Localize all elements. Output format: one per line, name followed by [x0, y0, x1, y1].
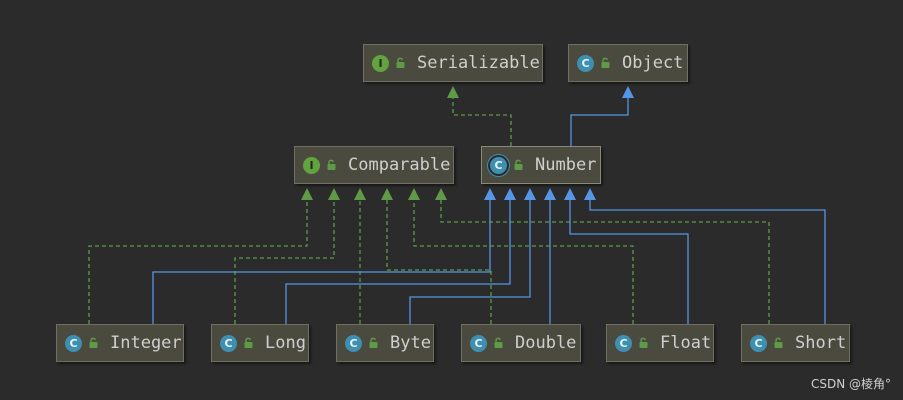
node-label: Integer [110, 333, 182, 353]
node-label: Byte [390, 333, 431, 353]
arrowhead [381, 188, 393, 200]
node-label: Short [795, 333, 847, 353]
edge-short-number [584, 188, 826, 324]
edge-byte-comparable [354, 188, 366, 324]
unlocked-lock-icon [89, 337, 98, 348]
arrowhead [504, 188, 516, 200]
edge-long-number [285, 188, 516, 324]
interface-icon: I [303, 156, 320, 174]
edge-long-comparable [234, 188, 340, 324]
node-float[interactable]: C Float [606, 324, 714, 362]
node-comparable[interactable]: I Comparable [294, 146, 454, 184]
unlocked-lock-icon [601, 57, 610, 68]
class-icon: C [615, 334, 632, 352]
arrowhead [435, 188, 447, 200]
unlocked-lock-icon [514, 159, 523, 170]
node-label: Double [515, 333, 577, 353]
unlocked-lock-icon [639, 337, 648, 348]
arrowhead [584, 188, 596, 200]
node-label: Comparable [348, 155, 451, 175]
class-icon: C [65, 334, 82, 352]
unlocked-lock-icon [774, 337, 783, 348]
node-serializable[interactable]: I Serializable [363, 44, 543, 82]
edge-double-number [544, 188, 556, 324]
watermark: CSDN @棱角° [810, 377, 891, 391]
class-icon: C [750, 334, 767, 352]
class-icon: C [220, 334, 237, 352]
unlocked-lock-icon [244, 337, 253, 348]
edge-float-comparable [408, 188, 634, 324]
arrowhead [447, 86, 459, 98]
node-object[interactable]: C Object [568, 44, 688, 82]
abstract-class-icon: C [490, 156, 507, 174]
unlocked-lock-icon [369, 337, 378, 348]
edge-byte-number [409, 188, 536, 324]
node-label: Serializable [417, 53, 540, 73]
class-icon: C [470, 334, 487, 352]
arrowhead [544, 188, 556, 200]
node-label: Number [535, 155, 597, 175]
edge-integer-comparable [88, 188, 313, 324]
edge-number-object [570, 86, 634, 146]
node-label: Object [622, 53, 684, 73]
node-label: Long [265, 333, 306, 353]
edge-float-number [564, 188, 689, 324]
arrowhead [408, 188, 420, 200]
unlocked-lock-icon [396, 57, 405, 68]
arrowhead [622, 86, 634, 98]
edge-number-serializable [447, 86, 512, 146]
node-short[interactable]: C Short [741, 324, 850, 362]
interface-icon: I [372, 54, 389, 72]
arrowhead [484, 188, 496, 200]
node-integer[interactable]: C Integer [56, 324, 184, 362]
arrowhead [354, 188, 366, 200]
class-icon: C [345, 334, 362, 352]
node-byte[interactable]: C Byte [336, 324, 434, 362]
arrowhead [524, 188, 536, 200]
edge-double-comparable [381, 188, 492, 324]
arrowhead [564, 188, 576, 200]
edge-short-comparable [435, 188, 770, 324]
node-double[interactable]: C Double [461, 324, 581, 362]
edge-integer-number [152, 188, 496, 324]
node-long[interactable]: C Long [211, 324, 309, 362]
node-label: Float [660, 333, 712, 353]
arrowhead [328, 188, 340, 200]
unlocked-lock-icon [494, 337, 503, 348]
arrowhead [301, 188, 313, 200]
unlocked-lock-icon [327, 159, 336, 170]
class-icon: C [577, 54, 594, 72]
node-number[interactable]: C Number [481, 146, 601, 184]
